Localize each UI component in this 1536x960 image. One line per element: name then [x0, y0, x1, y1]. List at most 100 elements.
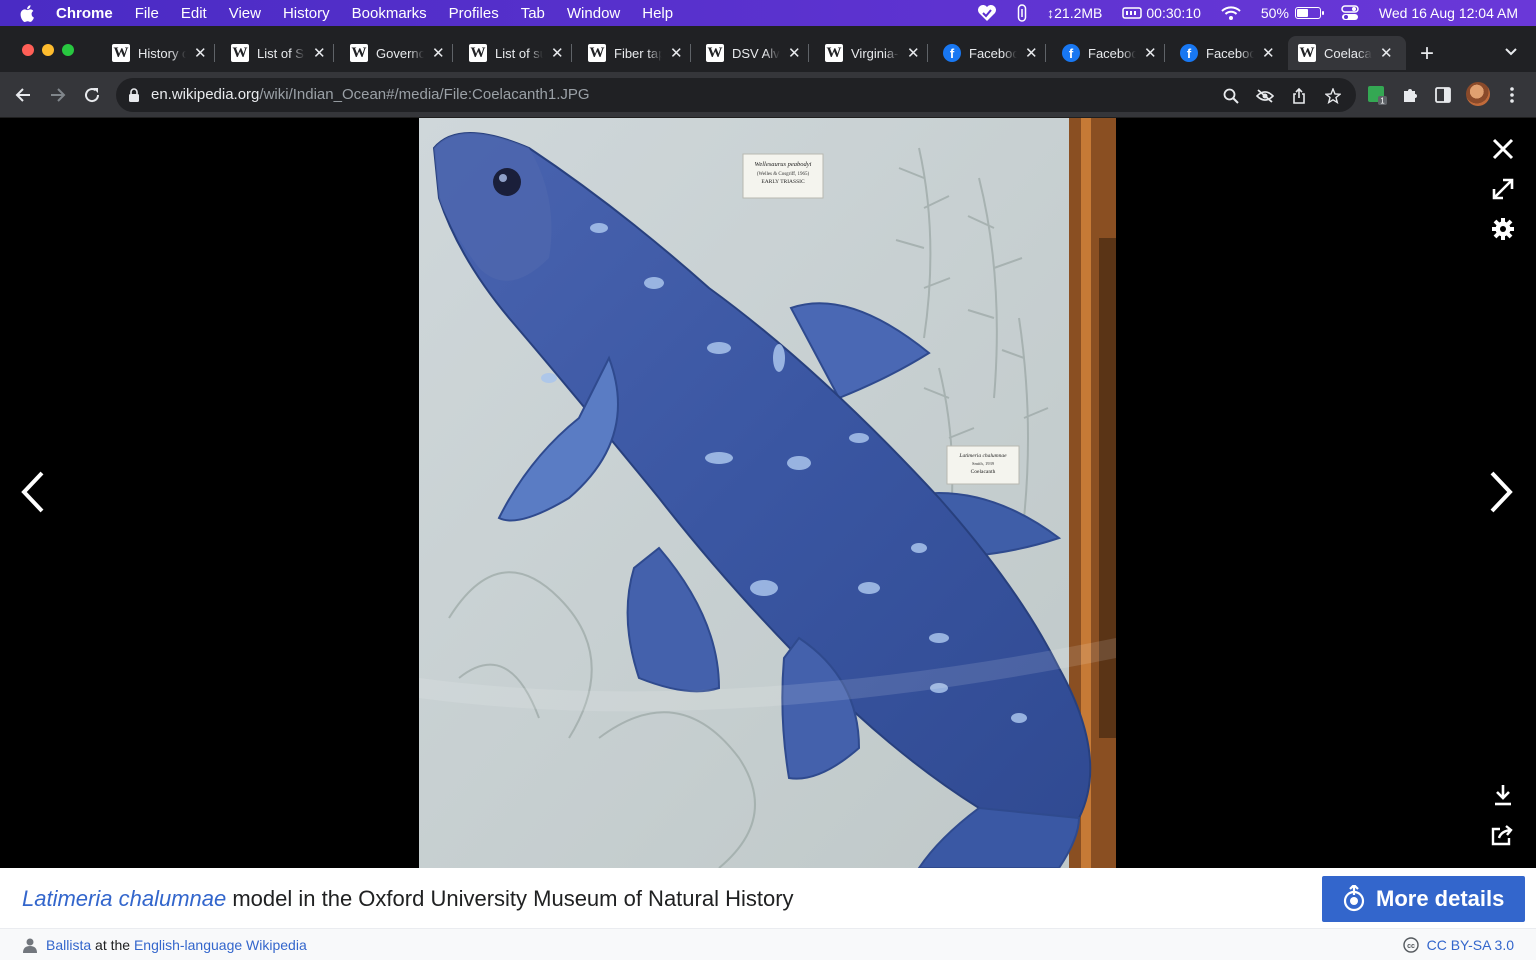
fullscreen-expand-icon[interactable] [1488, 174, 1518, 204]
browser-toolbar: en.wikipedia.org/wiki/Indian_Ocean#/medi… [0, 72, 1536, 118]
author-link[interactable]: Ballista [46, 937, 91, 953]
author-credit: Ballista at the English-language Wikiped… [22, 937, 307, 953]
tab-close-icon[interactable]: ✕ [313, 44, 326, 62]
apple-menu-icon[interactable] [20, 4, 36, 22]
tab-close-icon[interactable]: ✕ [1380, 44, 1393, 62]
tab-facebook-3[interactable]: f Facebook ✕ [1180, 38, 1275, 68]
tab-separator [807, 44, 809, 62]
tab-virginia-class[interactable]: W Virginia-class ✕ [825, 38, 928, 68]
tab-list-of-seas[interactable]: W List of Seas ✕ [231, 38, 334, 68]
previous-image-arrow-icon[interactable] [12, 468, 52, 516]
reload-icon[interactable] [81, 84, 103, 106]
next-image-arrow-icon[interactable] [1482, 468, 1522, 516]
wikipedia-icon: W [1298, 44, 1316, 62]
image-credit-bar: Ballista at the English-language Wikiped… [0, 928, 1536, 960]
menubar-clock[interactable]: Wed 16 Aug 12:04 AM [1379, 5, 1518, 21]
facebook-icon: f [1180, 44, 1198, 62]
wikipedia-icon: W [469, 44, 487, 62]
minimize-window-button[interactable] [42, 44, 54, 56]
profile-avatar[interactable] [1466, 82, 1490, 106]
share-icon[interactable] [1290, 87, 1308, 105]
coelacanth-photo: Wellesaurus peabodyi (Welles & Cosgriff,… [419, 118, 1116, 868]
menu-file[interactable]: File [135, 5, 159, 22]
menu-bookmarks[interactable]: Bookmarks [352, 5, 427, 22]
control-center-icon[interactable] [1341, 5, 1359, 21]
extension-badge-icon[interactable]: 1 [1366, 84, 1388, 106]
download-icon[interactable] [1488, 780, 1518, 810]
tab-facebook-1[interactable]: f Facebook ✕ [943, 38, 1046, 68]
settings-gear-icon[interactable] [1488, 214, 1518, 244]
timer-value: 00:30:10 [1146, 5, 1201, 21]
wikipedia-icon: W [112, 44, 130, 62]
tab-close-icon[interactable]: ✕ [432, 44, 445, 62]
tab-close-icon[interactable]: ✕ [194, 44, 207, 62]
tab-list-of-submarine[interactable]: W List of submarine ✕ [469, 38, 572, 68]
battery-level [1296, 9, 1308, 17]
tab-close-icon[interactable]: ✕ [670, 44, 683, 62]
menu-view[interactable]: View [229, 5, 261, 22]
tab-title: Facebook [1206, 45, 1254, 61]
wikipedia-icon: W [588, 44, 606, 62]
wifi-icon[interactable] [1221, 6, 1241, 20]
side-panel-icon[interactable] [1432, 84, 1454, 106]
zoom-search-icon[interactable] [1222, 87, 1240, 105]
memory-icon [1122, 6, 1143, 20]
extensions-puzzle-icon[interactable] [1399, 84, 1421, 106]
tab-dsv-alvin[interactable]: W DSV Alvin ✕ [706, 38, 809, 68]
new-tab-plus-icon[interactable]: + [1420, 40, 1434, 68]
tab-close-icon[interactable]: ✕ [788, 44, 801, 62]
network-speed[interactable]: ↕21.2MB [1047, 5, 1102, 21]
tracking-blocked-eye-icon[interactable] [1256, 87, 1274, 105]
wikipedia-icon: W [825, 44, 843, 62]
tab-coelacanth-active[interactable]: W Coelacanth ✕ [1288, 36, 1406, 70]
facebook-icon: f [1062, 44, 1080, 62]
menu-help[interactable]: Help [642, 5, 673, 22]
bookmark-star-icon[interactable] [1324, 87, 1342, 105]
tab-fiber-tapping[interactable]: W Fiber tapping ✕ [588, 38, 691, 68]
menu-edit[interactable]: Edit [181, 5, 207, 22]
menu-profiles[interactable]: Profiles [449, 5, 499, 22]
share-export-icon[interactable] [1488, 820, 1518, 850]
lock-icon[interactable] [128, 88, 140, 107]
menu-tab[interactable]: Tab [521, 5, 545, 22]
license-link[interactable]: cc CC BY-SA 3.0 [1402, 937, 1514, 953]
battery-status[interactable]: 50% [1261, 5, 1324, 21]
tab-close-icon[interactable]: ✕ [551, 44, 564, 62]
media-caption-bar: Latimeria chalumnae model in the Oxford … [0, 868, 1536, 928]
close-viewer-icon[interactable] [1488, 134, 1518, 164]
wikipedia-icon: W [350, 44, 368, 62]
tab-close-icon[interactable]: ✕ [1025, 44, 1038, 62]
wikipedia-icon: W [706, 44, 724, 62]
specimen-label-coelacanth-common: Coelacanth [971, 469, 996, 475]
specimen-label-top-authority: (Welles & Cosgriff, 1965) [757, 172, 810, 177]
url-text[interactable]: en.wikipedia.org/wiki/Indian_Ocean#/medi… [151, 86, 590, 103]
tab-close-icon[interactable]: ✕ [1262, 44, 1275, 62]
tab-title: Coelacanth [1324, 45, 1372, 61]
caption-scientific-name-link[interactable]: Latimeria chalumnae [22, 886, 226, 911]
more-menu-kebab-icon[interactable] [1501, 84, 1523, 106]
timer-widget[interactable]: 00:30:10 [1122, 5, 1201, 21]
tab-facebook-2[interactable]: f Facebook ✕ [1062, 38, 1165, 68]
back-arrow-icon[interactable] [12, 84, 34, 106]
menu-app-name[interactable]: Chrome [56, 5, 113, 22]
zoom-window-button[interactable] [62, 44, 74, 56]
svg-text:cc: cc [1407, 943, 1415, 950]
forward-arrow-icon[interactable] [47, 84, 69, 106]
menu-history[interactable]: History [283, 5, 330, 22]
tab-separator [451, 44, 453, 62]
specimen-label-top-title: Wellesaurus peabodyi [755, 161, 812, 168]
menu-window[interactable]: Window [567, 5, 620, 22]
vpn-heart-icon[interactable] [977, 4, 997, 22]
attachment-icon[interactable] [1017, 4, 1027, 22]
more-details-button[interactable]: More details [1322, 876, 1525, 922]
svg-text:1: 1 [1380, 97, 1385, 106]
tab-governor[interactable]: W Governor ✕ [350, 38, 453, 68]
address-bar[interactable]: en.wikipedia.org/wiki/Indian_Ocean#/medi… [116, 78, 1356, 112]
tab-search-chevron-icon[interactable] [1504, 44, 1518, 62]
tab-close-icon[interactable]: ✕ [907, 44, 920, 62]
user-icon [22, 937, 38, 953]
source-link[interactable]: English-language Wikipedia [134, 937, 307, 953]
tab-history-of[interactable]: W History of the Indian Ocean ✕ [112, 38, 215, 68]
close-window-button[interactable] [22, 44, 34, 56]
tab-close-icon[interactable]: ✕ [1144, 44, 1157, 62]
